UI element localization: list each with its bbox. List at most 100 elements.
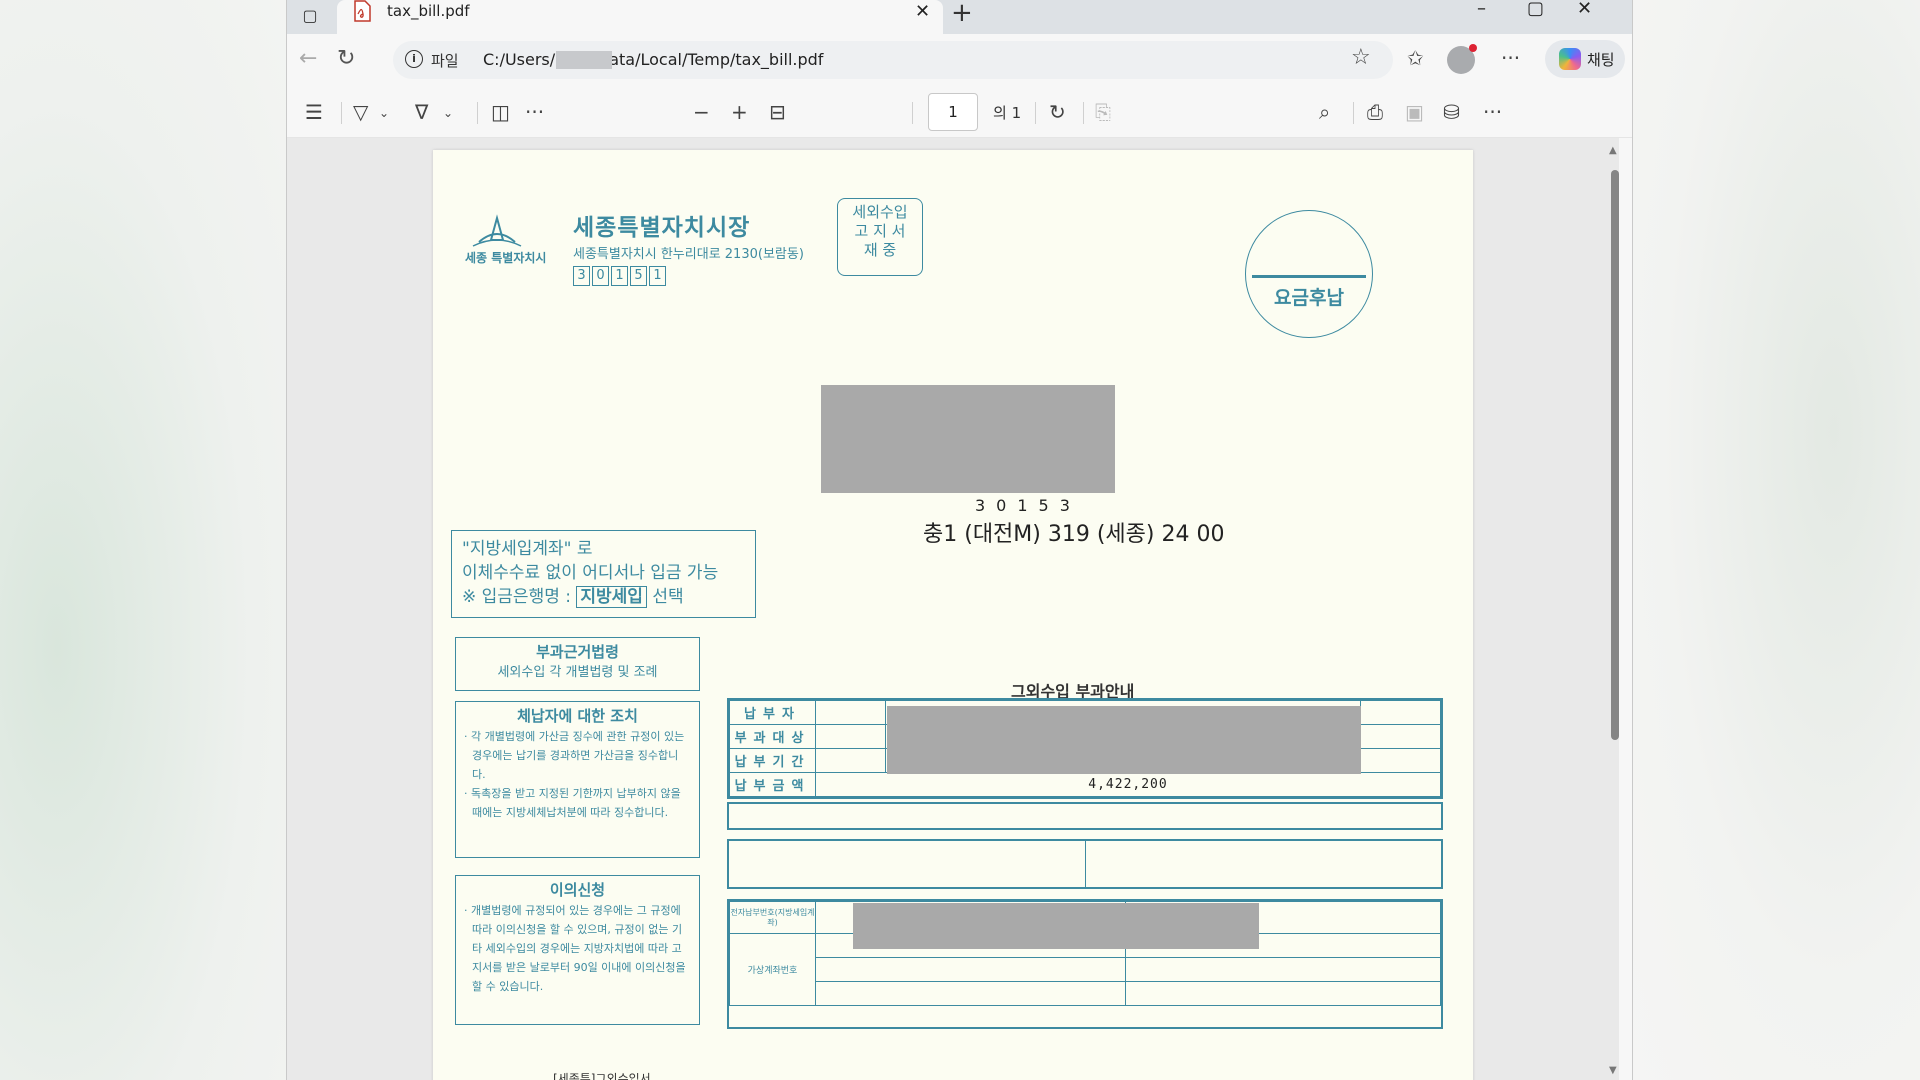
back-icon[interactable]: ← — [299, 46, 317, 71]
scrollbar[interactable]: ▲ ▼ — [1609, 145, 1619, 1080]
table-of-contents-icon[interactable]: ☰ — [305, 100, 323, 124]
delinquent-title: 체납자에 대한 조치 — [517, 707, 638, 725]
find-icon[interactable]: ⌕ — [1319, 100, 1330, 124]
objection-title: 이의신청 — [549, 881, 606, 899]
doc-type-line: 재 중 — [863, 241, 897, 259]
highlight-dropdown-icon[interactable]: ⌄ — [379, 106, 389, 120]
objection-list: · 개별법령에 규정되어 있는 경우에는 그 규정에 따라 이의신청을 할 수 … — [464, 901, 691, 996]
copilot-chat-button[interactable]: 채팅 — [1545, 40, 1625, 78]
legal-basis-title: 부과근거법령 — [536, 643, 619, 661]
rotate-icon[interactable]: ↻ — [1049, 100, 1066, 124]
notice-suffix: 선택 — [652, 587, 684, 607]
tab-tax-bill[interactable]: tax_bill.pdf ✕ — [337, 0, 943, 34]
divider — [1035, 102, 1036, 124]
divider — [1083, 102, 1084, 124]
copilot-label: 채팅 — [1587, 51, 1615, 69]
city-logo-text: 세종 특별자치시 — [465, 250, 546, 265]
browser-window: ▢ tax_bill.pdf ✕ + – ▢ ✕ ← ↻ i 파일 C:/Use… — [286, 0, 1633, 1080]
info-icon[interactable]: i — [405, 50, 423, 68]
divider — [477, 102, 478, 124]
pdf-more-icon[interactable]: ··· — [1483, 100, 1502, 124]
row-label: 납부기간 — [729, 748, 816, 773]
sejong-city-logo: 세종 특별자치시 — [465, 214, 546, 265]
footer-partial-text: [세종특]그외수입서 — [553, 1072, 651, 1080]
draw-dropdown-icon[interactable]: ⌄ — [443, 106, 453, 120]
print-icon[interactable]: ⎙ — [1367, 100, 1383, 124]
profile-avatar[interactable] — [1447, 44, 1477, 74]
more-options-icon[interactable]: ··· — [1501, 46, 1520, 70]
zip-digit: 3 — [573, 266, 590, 286]
minimize-icon[interactable]: – — [1477, 0, 1486, 19]
blank-split-box — [727, 839, 1443, 889]
copilot-icon — [1559, 48, 1581, 70]
tab-actions-icon[interactable]: ▢ — [297, 3, 323, 27]
postage-stamp: 요금후납 — [1245, 210, 1373, 338]
refresh-icon[interactable]: ↻ — [337, 46, 355, 71]
url-text[interactable]: C:/Users/ /AppData/Local/Temp/tax_bill.p… — [483, 50, 823, 69]
save-as-icon[interactable]: ⛁ — [1443, 100, 1460, 124]
save-icon[interactable]: ▣ — [1405, 100, 1424, 124]
pdf-page: 세종 특별자치시 세종특별자치시장 세종특별자치시 한누리대로 2130(보람동… — [433, 150, 1473, 1080]
notice-line: 이체수수료 없이 어디서나 입금 가능 — [462, 563, 719, 583]
recipient-zip: 30153 — [975, 496, 1081, 515]
desktop-background-right — [1633, 0, 1920, 1080]
address-bar-row: ← ↻ i 파일 C:/Users/ /AppData/Local/Temp/t… — [287, 34, 1632, 86]
favorite-star-icon[interactable]: ☆ — [1351, 45, 1371, 70]
stamp-text: 요금후납 — [1274, 287, 1344, 309]
window-close-icon[interactable]: ✕ — [1577, 0, 1592, 19]
account-table: 전자납부번호(지방세입계좌) 가상계좌번호 — [727, 899, 1443, 1029]
fit-to-page-icon[interactable]: ⊟ — [769, 100, 786, 124]
page-view-icon[interactable]: ◫ — [491, 100, 510, 124]
delinquent-list: · 각 개별법령에 가산금 징수에 관한 규정이 있는 경우에는 납기를 경과하… — [464, 727, 691, 822]
address-bar[interactable]: i 파일 C:/Users/ /AppData/Local/Temp/tax_b… — [393, 41, 1393, 79]
assessment-table: 납부자 부과대상 납부기간 납부금액 4,422,200 — [727, 698, 1443, 799]
pdf-toolbar: ☰ ▽ ⌄ ∇ ⌄ ◫ ··· − + ⊟ 1 의 1 ↻ ⎘ ⌕ ⎙ ▣ ⛁ … — [287, 86, 1632, 138]
page-number-input[interactable]: 1 — [928, 93, 978, 131]
tab-title: tax_bill.pdf — [387, 2, 470, 20]
row-label: 납부금액 — [729, 772, 816, 797]
zip-digit: 1 — [611, 266, 628, 286]
eacct-label: 전자납부번호(지방세입계좌) — [729, 901, 816, 934]
scroll-down-icon[interactable]: ▼ — [1609, 1065, 1617, 1076]
legal-basis-box: 부과근거법령 세외수입 각 개별법령 및 조례 — [455, 637, 700, 691]
redacted-recipient — [821, 385, 1115, 493]
close-tab-icon[interactable]: ✕ — [915, 1, 930, 22]
redacted-taxpayer-info — [887, 706, 1361, 774]
zoom-in-icon[interactable]: + — [731, 100, 748, 124]
more-tools-icon[interactable]: ··· — [525, 100, 544, 124]
page-count: 의 1 — [993, 104, 1022, 122]
notice-prefix: ※ 입금은행명 : — [462, 587, 571, 607]
notice-bank: 지방세입 — [576, 586, 647, 608]
zip-digit: 5 — [630, 266, 647, 286]
zoom-out-icon[interactable]: − — [693, 100, 710, 124]
issuer-name: 세종특별자치시장 — [573, 215, 751, 241]
two-page-icon[interactable]: ⎘ — [1095, 100, 1111, 124]
draw-icon[interactable]: ∇ — [415, 100, 428, 124]
divider — [912, 102, 913, 124]
row-label: 부과대상 — [729, 724, 816, 749]
vacct-label: 가상계좌번호 — [729, 933, 816, 1006]
notice-line-bank: ※ 입금은행명 : 지방세입 선택 — [462, 585, 745, 609]
delinquent-box: 체납자에 대한 조치 · 각 개별법령에 가산금 징수에 관한 규정이 있는 경… — [455, 701, 700, 858]
scrollbar-thumb[interactable] — [1611, 170, 1619, 740]
divider — [341, 102, 342, 124]
zip-digit: 1 — [649, 266, 666, 286]
divider — [1353, 102, 1354, 124]
list-item: · 독촉장을 받고 지정된 기한까지 납부하지 않을 때에는 지방세체납처분에 … — [464, 787, 681, 819]
scroll-up-icon[interactable]: ▲ — [1609, 145, 1617, 156]
blank-row-box — [727, 802, 1443, 830]
favorites-icon[interactable]: ✩ — [1407, 46, 1424, 70]
list-item: · 각 개별법령에 가산금 징수에 관한 규정이 있는 경우에는 납기를 경과하… — [464, 730, 685, 781]
legal-basis-body: 세외수입 각 개별법령 및 조례 — [497, 665, 658, 680]
new-tab-icon[interactable]: + — [951, 0, 973, 28]
list-item: · 개별법령에 규정되어 있는 경우에는 그 규정에 따라 이의신청을 할 수 … — [464, 904, 686, 993]
maximize-icon[interactable]: ▢ — [1527, 0, 1544, 19]
tab-bar: ▢ tax_bill.pdf ✕ + – ▢ ✕ — [287, 0, 1632, 34]
redacted-username — [556, 51, 612, 69]
payment-amount: 4,422,200 — [815, 772, 1441, 797]
table-row: 납부금액 4,422,200 — [729, 772, 1441, 797]
notice-line: "지방세입계좌" 로 — [462, 539, 593, 559]
doc-type-line: 세외수입 — [852, 203, 908, 221]
highlight-icon[interactable]: ▽ — [353, 100, 368, 124]
row-label: 납부자 — [729, 700, 816, 725]
